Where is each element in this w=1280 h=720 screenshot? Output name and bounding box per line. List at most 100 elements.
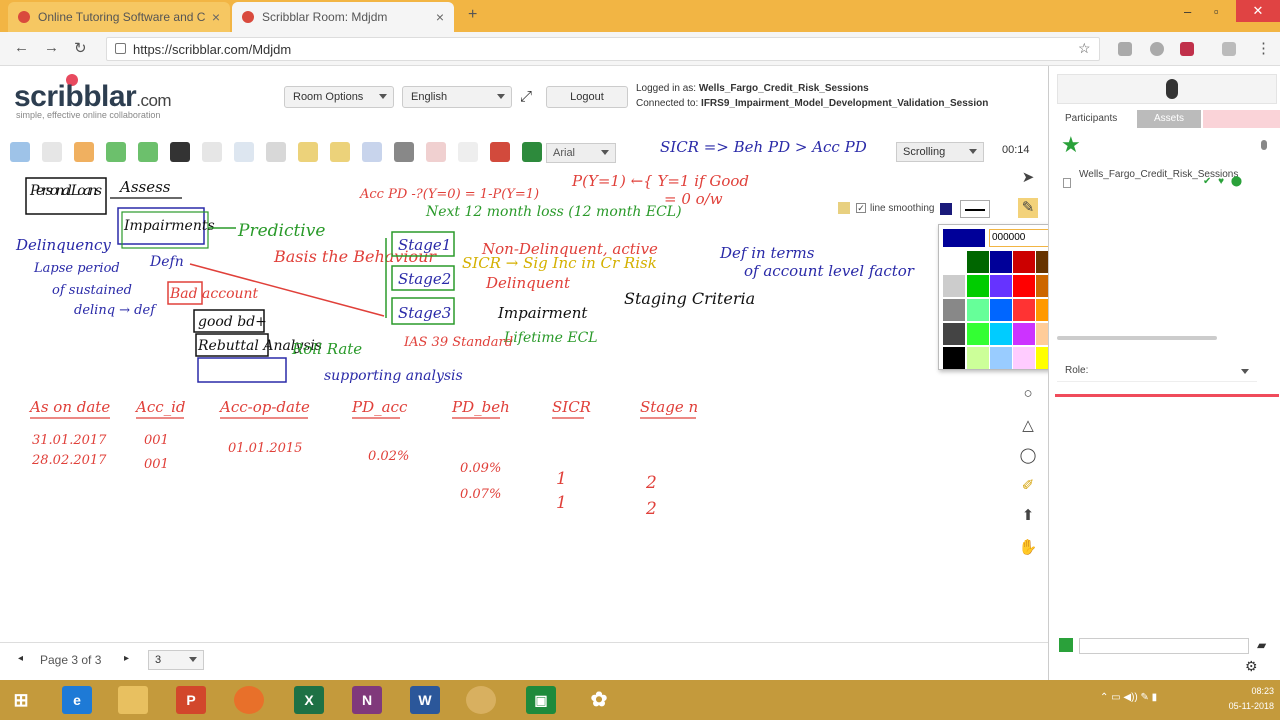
color-swatch[interactable] [1013, 251, 1035, 273]
upload-icon[interactable] [10, 142, 30, 162]
logout-button[interactable]: Logout [546, 86, 628, 108]
undo-icon[interactable] [106, 142, 126, 162]
new-page-icon[interactable] [42, 142, 62, 162]
browser-tab-tutoring[interactable]: Online Tutoring Software and C × [8, 2, 230, 32]
color-swatch[interactable] [990, 347, 1012, 369]
bookmark-star-icon[interactable]: ☆ [1078, 40, 1091, 57]
image-icon[interactable] [266, 142, 286, 162]
delete-icon[interactable] [170, 142, 190, 162]
next-page-icon[interactable]: ▸ [124, 653, 129, 664]
extension-icon[interactable] [1180, 42, 1194, 56]
chrome-icon[interactable] [466, 686, 496, 714]
pdf-icon[interactable] [426, 142, 446, 162]
close-window-icon[interactable]: ✕ [1236, 0, 1280, 22]
scribblar-logo[interactable]: scribblar.com [14, 80, 172, 114]
scrolling-select[interactable]: Scrolling [896, 142, 984, 162]
select-arrow-icon[interactable]: ➤ [1018, 168, 1038, 188]
onenote-icon[interactable]: N [352, 686, 382, 714]
color-swatch[interactable] [990, 251, 1012, 273]
save-icon[interactable] [362, 142, 382, 162]
ellipse-icon[interactable]: ◯ [1018, 446, 1038, 466]
fullscreen-icon[interactable]: ⤢ [520, 88, 532, 105]
color-swatch[interactable] [967, 275, 989, 297]
minimize-icon[interactable]: ‒ [1184, 4, 1191, 19]
circle-icon[interactable]: ○ [1018, 384, 1038, 404]
windows-start-icon[interactable]: ⊞ [6, 686, 36, 714]
browser-tab-room[interactable]: Scribblar Room: Mdjdm × [232, 2, 454, 32]
participant-row[interactable]: Wells_Fargo_Credit_Risk_Sessions ✔ ♥ ⬤ [1063, 168, 1273, 198]
zoom-icon[interactable] [234, 142, 254, 162]
microphone-icon[interactable] [1166, 79, 1178, 99]
whiteboard-canvas[interactable]: Personal Loans Assess Impairments Predic… [0, 168, 1048, 638]
color-swatch[interactable] [1013, 347, 1035, 369]
room-options-select[interactable]: Room Options [284, 86, 394, 108]
file-explorer-icon[interactable] [118, 686, 148, 714]
color-swatch[interactable] [967, 299, 989, 321]
color-swatch[interactable] [1013, 323, 1035, 345]
page-select[interactable]: 3 [148, 650, 204, 670]
hand-icon[interactable]: ✋ [1018, 538, 1038, 558]
color-swatch[interactable] [943, 323, 965, 345]
menu-icon[interactable]: ⋮ [1256, 39, 1271, 57]
math-icon[interactable] [458, 142, 478, 162]
participant-select-checkbox[interactable] [1063, 178, 1071, 188]
back-icon[interactable]: ← [14, 39, 29, 56]
paste-icon[interactable] [74, 142, 94, 162]
unlock-icon[interactable] [330, 142, 350, 162]
color-swatch[interactable] [990, 275, 1012, 297]
color-swatch[interactable] [967, 251, 989, 273]
tab-participants[interactable]: Participants [1059, 110, 1123, 128]
powerpoint-icon[interactable]: P [176, 686, 206, 714]
font-select[interactable]: Arial [546, 143, 616, 163]
excel-icon[interactable]: X [294, 686, 324, 714]
triangle-icon[interactable]: △ [1018, 416, 1038, 436]
page-label: Page 3 of 3 [40, 653, 102, 667]
forward-icon[interactable]: → [44, 39, 59, 56]
chat-log[interactable] [1055, 394, 1279, 638]
word-icon[interactable]: W [410, 686, 440, 714]
prev-page-icon[interactable]: ◂ [18, 653, 23, 664]
color-swatch[interactable] [967, 347, 989, 369]
new-tab-icon[interactable]: + [468, 6, 477, 24]
highlighter-icon[interactable]: ✐ [1018, 476, 1038, 496]
settings-icon[interactable] [490, 142, 510, 162]
extension-icon[interactable] [1222, 42, 1236, 56]
stamp-icon[interactable]: ⬆ [1018, 506, 1038, 526]
ie-icon[interactable]: e [62, 686, 92, 714]
color-swatch[interactable] [1013, 275, 1035, 297]
emoticon-icon[interactable] [1059, 638, 1073, 652]
settings-app-icon[interactable]: ✿ [584, 686, 614, 714]
color-swatch[interactable] [990, 323, 1012, 345]
pen-icon[interactable] [522, 142, 542, 162]
color-swatch[interactable] [990, 299, 1012, 321]
gear-icon[interactable]: ⚙ [1245, 658, 1258, 675]
redo-icon[interactable] [138, 142, 158, 162]
language-select[interactable]: English [402, 86, 512, 108]
role-select[interactable]: Role: [1057, 360, 1257, 382]
firefox-icon[interactable] [234, 686, 264, 714]
wb-good-bad: good bd+ [198, 314, 267, 330]
text-icon[interactable] [202, 142, 222, 162]
hex-color-input[interactable]: 000000 [989, 229, 1055, 247]
tab-assets[interactable]: Assets [1137, 110, 1201, 128]
color-swatch[interactable] [943, 275, 965, 297]
color-swatch[interactable] [943, 299, 965, 321]
send-icon[interactable]: ▰ [1257, 638, 1266, 652]
maximize-icon[interactable]: ▫ [1214, 4, 1219, 19]
close-tab-icon[interactable]: × [436, 9, 444, 25]
pencil-icon[interactable]: ✎ [1018, 198, 1038, 218]
close-tab-icon[interactable]: × [212, 9, 220, 25]
extension-icon[interactable] [1118, 42, 1132, 56]
app-icon[interactable]: ▣ [526, 686, 556, 714]
wb-table-cell: 1 [556, 493, 567, 513]
reload-icon[interactable]: ↻ [74, 39, 87, 57]
color-swatch[interactable] [943, 347, 965, 369]
url-field[interactable]: https://scribblar.com/Mdjdm [106, 37, 1100, 61]
print-icon[interactable] [394, 142, 414, 162]
panel-scroll-divider[interactable] [1057, 336, 1217, 340]
color-swatch[interactable] [1013, 299, 1035, 321]
lock-icon[interactable] [298, 142, 318, 162]
color-swatch[interactable] [967, 323, 989, 345]
extension-icon[interactable] [1150, 42, 1164, 56]
chat-input[interactable] [1079, 638, 1249, 654]
